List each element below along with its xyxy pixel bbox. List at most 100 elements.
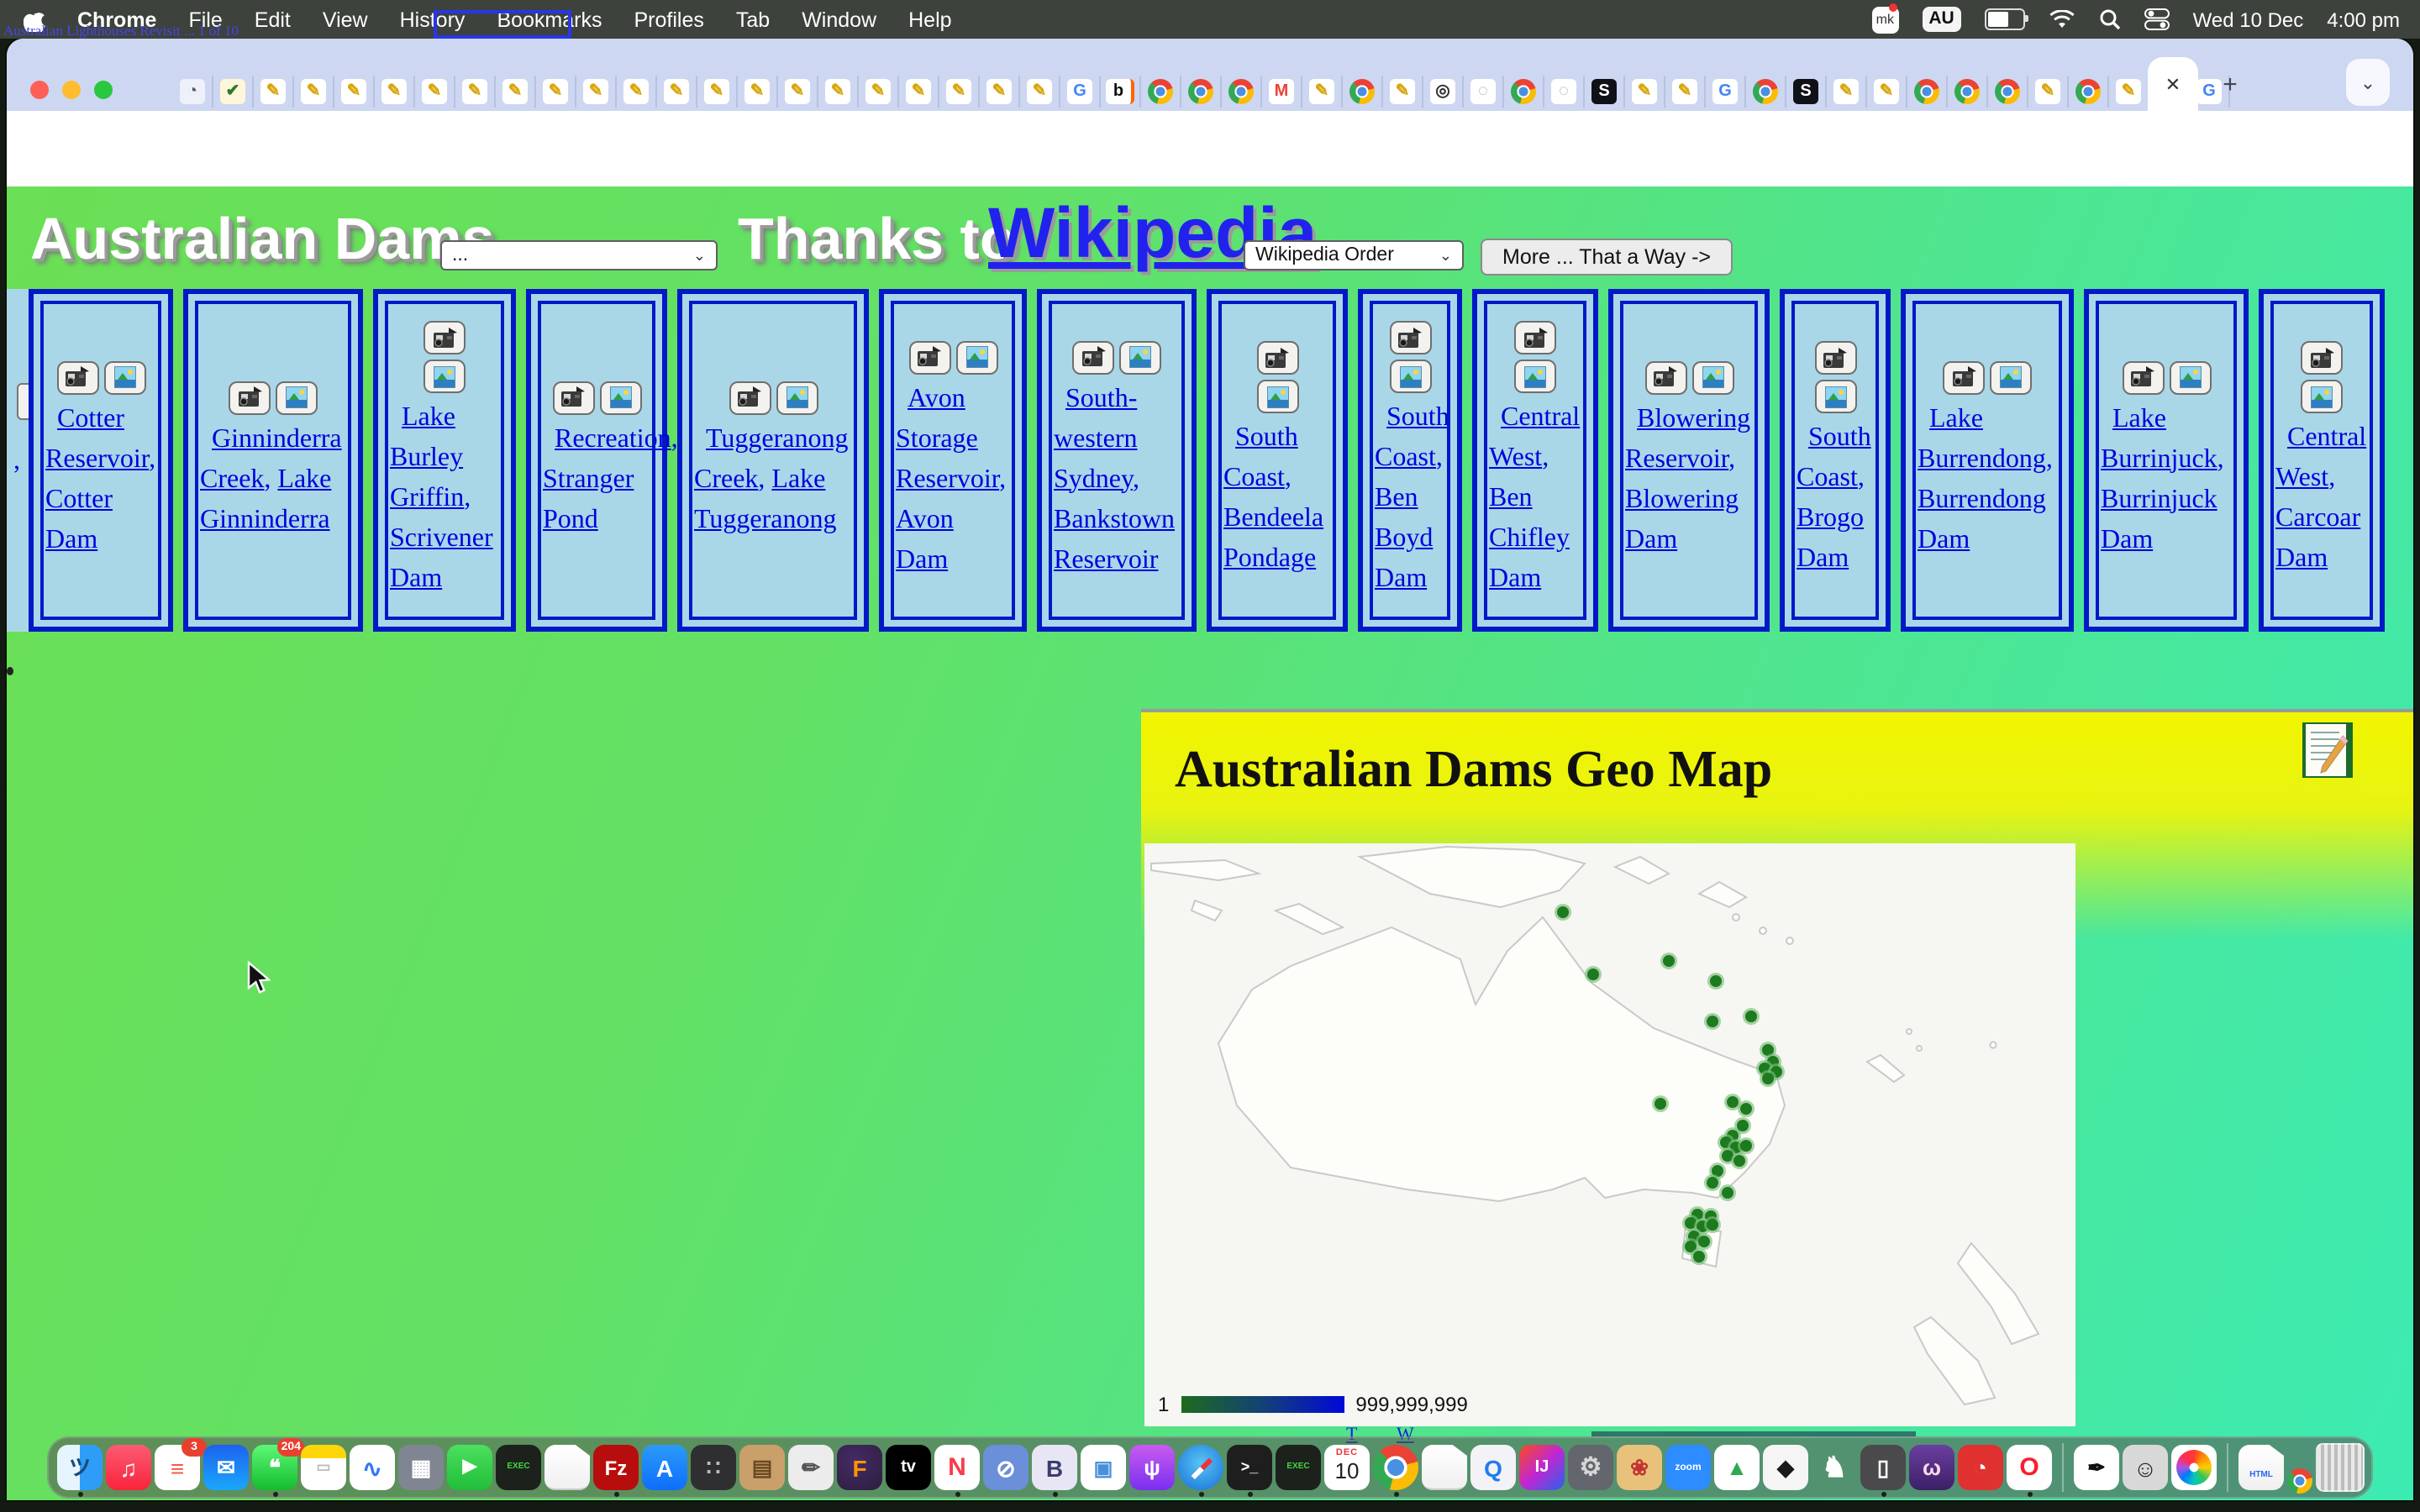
dock-icon-freeform[interactable]: ∿ xyxy=(350,1445,395,1490)
dock-icon-mail[interactable]: ✉ xyxy=(203,1445,249,1490)
dam-link-name[interactable]: Scrivener Dam xyxy=(390,524,493,593)
dock-icon-app-store[interactable]: A xyxy=(642,1445,687,1490)
dock-icon-bbedit[interactable]: B xyxy=(1032,1445,1077,1490)
dam-map-marker[interactable] xyxy=(1707,1016,1719,1027)
dam-map-marker[interactable] xyxy=(1719,1136,1731,1147)
dam-map-marker[interactable] xyxy=(1733,1155,1745,1167)
browser-tab-edit[interactable]: ✎ xyxy=(2028,76,2069,108)
notepad-pencil-icon[interactable] xyxy=(2302,722,2353,778)
dock-icon-trash[interactable] xyxy=(2316,1443,2365,1492)
tab-close-icon[interactable]: ✕ xyxy=(2165,73,2181,95)
map-image-button[interactable] xyxy=(1389,360,1431,393)
dam-link-region[interactable]: Central West xyxy=(2275,423,2366,492)
browser-tab-edit[interactable]: ✎ xyxy=(697,76,738,108)
video-button[interactable] xyxy=(2122,360,2164,394)
dock-icon-exec-terminal-2[interactable]: EXEC xyxy=(1276,1445,1321,1490)
browser-tab-edit[interactable]: ✎ xyxy=(254,76,294,108)
map-image-button[interactable] xyxy=(276,381,318,414)
dam-map-marker[interactable] xyxy=(1663,955,1675,967)
dock-icon-firefox[interactable]: F xyxy=(837,1445,882,1490)
dock-icon-facetime[interactable]: ▶ xyxy=(447,1445,492,1490)
dam-map-marker[interactable] xyxy=(1707,1176,1719,1188)
browser-tab-sdark[interactable]: S xyxy=(1786,76,1827,108)
active-tab[interactable]: ✕ xyxy=(2148,57,2198,111)
video-button[interactable] xyxy=(2301,341,2343,375)
dam-link-name[interactable]: Bendeela Pondage xyxy=(1223,504,1323,573)
map-image-button[interactable] xyxy=(103,360,145,394)
dock-icon-html-file[interactable]: HTML xyxy=(2238,1445,2284,1490)
control-center-icon[interactable] xyxy=(2144,8,2170,30)
browser-tab-edit[interactable]: ✎ xyxy=(617,76,657,108)
dam-link-name[interactable]: Cotter Dam xyxy=(45,485,113,554)
menu-item-window[interactable]: Window xyxy=(802,8,876,31)
dam-map-marker[interactable] xyxy=(1684,1241,1696,1252)
dam-link-name[interactable]: Avon Dam xyxy=(896,505,954,574)
dock-icon-contacts[interactable]: ▤ xyxy=(739,1445,785,1490)
browser-tab-edit[interactable]: ✎ xyxy=(1665,76,1706,108)
dock-icon-inkscape[interactable]: ◆ xyxy=(1763,1445,1808,1490)
dock-icon-paintbrush[interactable]: ❀ xyxy=(1617,1445,1662,1490)
dam-link-name[interactable]: Bankstown Reservoir xyxy=(1054,505,1175,574)
dam-link-region[interactable]: Lake Burley Griffin xyxy=(390,403,464,512)
dam-link-name[interactable]: Brogo Dam xyxy=(1797,504,1864,573)
dam-map-marker[interactable] xyxy=(1707,1218,1719,1230)
video-button[interactable] xyxy=(908,340,950,374)
browser-tab-edit[interactable]: ✎ xyxy=(415,76,455,108)
browser-tab-dots[interactable]: ◌ xyxy=(1464,76,1504,108)
browser-tab-edit[interactable]: ✎ xyxy=(859,76,899,108)
dock-icon-chrome[interactable] xyxy=(1373,1445,1418,1490)
dam-select[interactable]: ... ⌄ xyxy=(440,240,718,270)
browser-tab-edit[interactable]: ✎ xyxy=(455,76,496,108)
map-image-button[interactable] xyxy=(1814,380,1856,413)
map-image-button[interactable] xyxy=(1514,360,1556,393)
new-tab-button[interactable]: + xyxy=(2212,66,2249,102)
dam-map-marker[interactable] xyxy=(1740,1141,1752,1152)
video-button[interactable] xyxy=(1514,321,1556,354)
dock-icon-podcasts[interactable]: ψ xyxy=(1129,1445,1175,1490)
browser-tab-chrome[interactable] xyxy=(1343,76,1383,108)
video-button[interactable] xyxy=(56,360,98,394)
menu-item-tab[interactable]: Tab xyxy=(736,8,770,31)
australia-geo-map[interactable]: 1 999,999,999 xyxy=(1144,843,2075,1426)
browser-tab-edit[interactable]: ✎ xyxy=(1302,76,1343,108)
browser-tab-edit[interactable]: ✎ xyxy=(536,76,576,108)
dock-icon-calendar[interactable]: DEC10 xyxy=(1324,1445,1370,1490)
map-image-button[interactable] xyxy=(1691,360,1733,394)
dock-icon-photos[interactable] xyxy=(2171,1445,2217,1490)
map-image-button[interactable] xyxy=(2169,360,2211,394)
menu-time[interactable]: 4:00 pm xyxy=(2327,8,2400,31)
browser-tab-gmail[interactable]: M xyxy=(1262,76,1302,108)
dock-icon-safari[interactable] xyxy=(1178,1445,1223,1490)
dam-link-name[interactable]: Blowering Dam xyxy=(1625,485,1739,554)
dock-icon-reminders[interactable]: ≡3 xyxy=(155,1445,200,1490)
browser-tab-chrome[interactable] xyxy=(1948,76,1988,108)
input-source-badge[interactable]: AU xyxy=(1922,7,1960,32)
browser-tab-clock2[interactable]: ✔ xyxy=(213,76,254,108)
menu-date[interactable]: Wed 10 Dec xyxy=(2193,8,2304,31)
video-button[interactable] xyxy=(552,381,594,414)
map-image-button[interactable] xyxy=(599,381,641,414)
dock-icon-notes[interactable]: ▭ xyxy=(301,1445,346,1490)
dam-link-name[interactable]: Burrinjuck Dam xyxy=(2101,485,2217,554)
window-minimize-button[interactable] xyxy=(62,81,81,99)
menu-item-help[interactable]: Help xyxy=(908,8,951,31)
dock-icon-finder[interactable]: ツ xyxy=(57,1445,103,1490)
dam-map-marker[interactable] xyxy=(1762,1044,1774,1056)
browser-tab-chrome[interactable] xyxy=(1504,76,1544,108)
browser-tab-edit[interactable]: ✎ xyxy=(375,76,415,108)
window-close-button[interactable] xyxy=(30,81,49,99)
dock-icon-zoom[interactable]: zoom xyxy=(1665,1445,1711,1490)
dam-link-region[interactable]: Avon Storage Reservoir xyxy=(896,384,999,493)
dam-link-name[interactable]: Ben Boyd Dam xyxy=(1375,484,1433,593)
dock-icon-iphone-mirroring[interactable]: ▯ xyxy=(1860,1445,1906,1490)
dock-icon-filezilla[interactable]: Fz xyxy=(593,1445,639,1490)
dock-icon-opera[interactable]: O xyxy=(2007,1445,2052,1490)
browser-tab-edit[interactable]: ✎ xyxy=(576,76,617,108)
dock-icon-chrome-mini[interactable] xyxy=(2287,1468,2312,1494)
dam-link-name[interactable]: Stranger Pond xyxy=(543,465,634,533)
dock-icon-launchpad[interactable]: ▦ xyxy=(398,1445,444,1490)
order-select[interactable]: Wikipedia Order ⌄ xyxy=(1244,240,1464,270)
map-image-button[interactable] xyxy=(955,340,997,374)
browser-tab-edit[interactable]: ✎ xyxy=(738,76,778,108)
browser-tab-edit[interactable]: ✎ xyxy=(1625,76,1665,108)
